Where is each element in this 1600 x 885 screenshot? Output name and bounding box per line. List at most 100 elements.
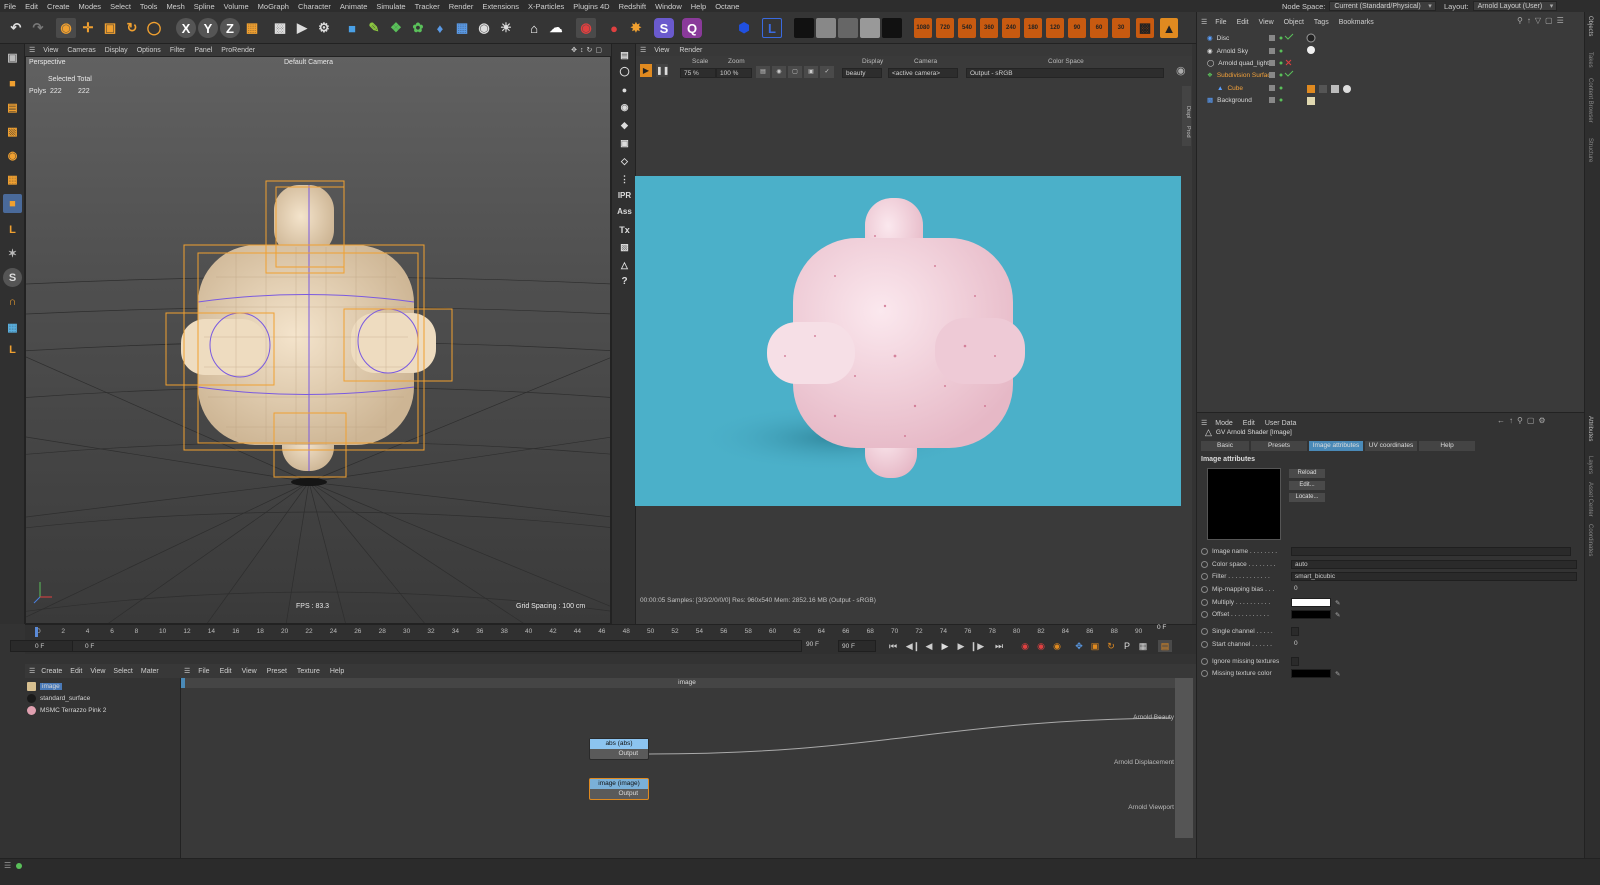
swatch-dark-grey-icon[interactable] xyxy=(838,18,858,38)
offset-color-swatch[interactable] xyxy=(1291,610,1331,619)
node-panel-icon[interactable]: ☰ xyxy=(184,667,190,675)
color-space-dropdown[interactable]: Output - sRGB xyxy=(966,68,1164,78)
viewport-menu-view[interactable]: View xyxy=(43,47,58,54)
menu-edit[interactable]: Edit xyxy=(25,2,38,11)
play-icon[interactable]: ▶ xyxy=(938,640,952,652)
goto-start-icon[interactable]: ⏮ xyxy=(886,640,900,652)
menu-file[interactable]: File xyxy=(4,2,16,11)
ignore-missing-checkbox[interactable] xyxy=(1291,657,1299,666)
floor-icon[interactable]: ▦ xyxy=(452,18,472,38)
node-space-dropdown[interactable]: Current (Standard/Physical) xyxy=(1329,1,1436,11)
camera-icon[interactable]: ◉ xyxy=(474,18,494,38)
keyframe-dot[interactable] xyxy=(1201,599,1208,606)
mat-menu-create[interactable]: Create xyxy=(41,668,62,675)
menu-xparticles[interactable]: X-Particles xyxy=(528,2,564,11)
polygons-mode-icon[interactable]: ■ xyxy=(3,194,22,213)
node-menu-file[interactable]: File xyxy=(198,668,209,675)
menu-redshift[interactable]: Redshift xyxy=(619,2,647,11)
keyframe-dot[interactable] xyxy=(1201,670,1208,677)
arnold-ipr-icon[interactable]: ◉ xyxy=(576,18,596,38)
render-region-icon[interactable]: ▩ xyxy=(270,18,290,38)
tab-basic[interactable]: Basic xyxy=(1201,441,1249,451)
grid-lock-icon[interactable]: ▦ xyxy=(3,318,22,337)
preset-60-button[interactable]: 60 xyxy=(1090,18,1108,38)
redshift-icon[interactable]: ● xyxy=(604,18,624,38)
om-menu-tags[interactable]: Tags xyxy=(1314,19,1329,26)
timeline-ruler[interactable]: 0 2 4 6 8 10 12 14 16 18 20 22 24 26 28 30 32 34 36 38 40 42 4… xyxy=(25,625,1175,639)
tab-content-browser[interactable]: Content Browser xyxy=(1587,78,1593,123)
node-abs-output[interactable]: Output xyxy=(590,749,648,759)
om-menu-file[interactable]: File xyxy=(1215,19,1226,26)
om-menu-object[interactable]: Object xyxy=(1284,19,1304,26)
preset-export-icon[interactable]: ▲ xyxy=(1160,18,1178,38)
timeline-window-icon[interactable]: ▤ xyxy=(1158,640,1172,652)
arnold-document-icon[interactable]: ▣ xyxy=(617,136,632,151)
viewport-menu-cameras[interactable]: Cameras xyxy=(67,47,95,54)
arnold-home-icon[interactable]: ⌂ xyxy=(524,18,544,38)
magnet-icon[interactable]: ∩ xyxy=(3,292,22,311)
object-row-subdivision-surface[interactable]: ❖ Subdivision Surface xyxy=(1207,69,1274,81)
swatch-grey-icon[interactable] xyxy=(816,18,836,38)
object-row-cube[interactable]: ▲ Cube xyxy=(1217,82,1243,94)
render-play-icon[interactable]: ▶ xyxy=(640,64,652,77)
menu-tracker[interactable]: Tracker xyxy=(415,2,440,11)
locate-button[interactable]: Locate... xyxy=(1289,493,1325,502)
node-abs[interactable]: abs (abs) Output xyxy=(589,738,649,760)
undo-icon[interactable]: ↶ xyxy=(6,18,26,38)
symmetry-icon[interactable]: L xyxy=(3,340,22,359)
menu-character[interactable]: Character xyxy=(298,2,331,11)
cube-icon[interactable]: ■ xyxy=(342,18,362,38)
deformer-icon[interactable]: ♦ xyxy=(430,18,450,38)
autokey-icon[interactable]: ◉ xyxy=(1034,640,1048,652)
keyframe-selection-icon[interactable]: ◉ xyxy=(1050,640,1064,652)
menu-tools[interactable]: Tools xyxy=(140,2,158,11)
render-menu-render[interactable]: Render xyxy=(679,47,702,54)
redo-icon[interactable]: ↷ xyxy=(28,18,48,38)
tab-asset-center[interactable]: Asset Center xyxy=(1587,482,1593,517)
viewport-menu-prorender[interactable]: ProRender xyxy=(221,47,255,54)
timeline-playhead[interactable] xyxy=(35,627,38,637)
menu-volume[interactable]: Volume xyxy=(224,2,249,11)
om-menu-view[interactable]: View xyxy=(1259,19,1274,26)
render-pause-icon[interactable]: ❚❚ xyxy=(656,64,669,77)
edit-button[interactable]: Edit... xyxy=(1289,481,1325,490)
attr-panel-icon[interactable]: ☰ xyxy=(1201,419,1207,427)
menu-help[interactable]: Help xyxy=(691,2,706,11)
z-axis-toggle[interactable]: Z xyxy=(220,18,240,38)
swatch-black-icon[interactable] xyxy=(794,18,814,38)
preset-720-button[interactable]: 720 xyxy=(936,18,954,38)
reload-button[interactable]: Reload xyxy=(1289,469,1325,478)
keyframe-dot[interactable] xyxy=(1201,611,1208,618)
object-row-background[interactable]: ▩ Background xyxy=(1207,94,1252,106)
arnold-sphere-icon[interactable]: ◉ xyxy=(617,100,632,115)
node-menu-preset[interactable]: Preset xyxy=(267,668,287,675)
arnold-help-button[interactable]: ? xyxy=(617,274,632,289)
menu-plugins4d[interactable]: Plugins 4D xyxy=(573,2,609,11)
tab-coordinates[interactable]: Coordinates xyxy=(1587,524,1593,556)
preset-film-icon[interactable]: ▩ xyxy=(1136,18,1154,38)
preset-90-button[interactable]: 90 xyxy=(1068,18,1086,38)
timeline-end-field[interactable]: 90 F xyxy=(806,641,819,648)
node-menu-texture[interactable]: Texture xyxy=(297,668,320,675)
keyframe-dot[interactable] xyxy=(1201,548,1208,555)
tweak-icon[interactable]: ✶ xyxy=(3,244,22,263)
arnold-particles-icon[interactable]: ⋮ xyxy=(617,172,632,187)
position-key-icon[interactable]: ✥ xyxy=(1072,640,1086,652)
render-view-icon[interactable]: ▶ xyxy=(292,18,312,38)
hexagon-icon[interactable]: ⬢ xyxy=(734,18,754,38)
port-arnold-viewport[interactable]: Arnold Viewport xyxy=(1128,804,1174,811)
generator-icon[interactable]: ✿ xyxy=(408,18,428,38)
render-settings-icon[interactable]: ⚙ xyxy=(314,18,334,38)
menu-modes[interactable]: Modes xyxy=(79,2,102,11)
material-item-terrazzo[interactable]: MSMC Terrazzo Pink 2 xyxy=(25,705,175,716)
perspective-viewport[interactable]: Perspective Default Camera Selected Tota… xyxy=(25,56,611,624)
object-row-disc[interactable]: ◉ Disc xyxy=(1207,32,1229,44)
make-editable-icon[interactable]: ▣ xyxy=(3,48,22,67)
preset-120-button[interactable]: 120 xyxy=(1046,18,1064,38)
live-selection-icon[interactable]: ◉ xyxy=(56,18,76,38)
scale-field[interactable]: 75 % xyxy=(680,68,716,78)
region-icon[interactable]: ▣ xyxy=(804,66,818,78)
preset-30-button[interactable]: 30 xyxy=(1112,18,1130,38)
preset-180-button[interactable]: 180 xyxy=(1024,18,1042,38)
keyframe-dot[interactable] xyxy=(1201,628,1208,635)
